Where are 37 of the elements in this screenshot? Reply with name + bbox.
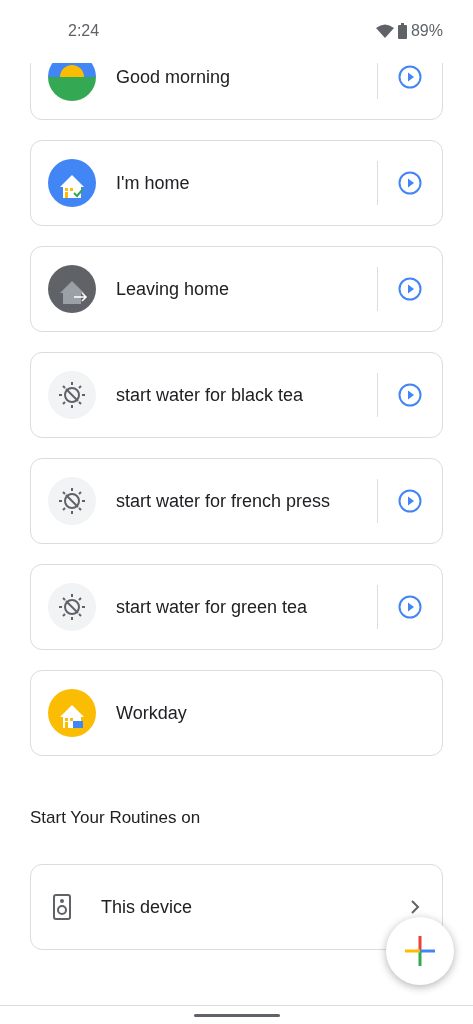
play-icon: [398, 383, 422, 407]
device-name: This device: [101, 896, 194, 918]
routine-card[interactable]: I'm home: [30, 140, 443, 226]
routine-card[interactable]: start water for green tea: [30, 564, 443, 650]
light-off-icon: [48, 477, 96, 525]
house-check-icon: [48, 159, 96, 207]
chevron-right-icon: [410, 900, 420, 914]
play-icon: [398, 489, 422, 513]
battery-icon: [397, 22, 407, 39]
routine-card[interactable]: Good morning: [30, 63, 443, 120]
routine-name: start water for french press: [116, 490, 332, 512]
routine-card[interactable]: Leaving home: [30, 246, 443, 332]
add-button[interactable]: [386, 917, 454, 985]
routine-card[interactable]: Workday: [30, 670, 443, 756]
routine-name: Workday: [116, 702, 188, 724]
light-off-icon: [48, 371, 96, 419]
battery-level: 89%: [410, 21, 443, 40]
section-heading: Start Your Routines on: [30, 808, 202, 829]
wifi-icon: [375, 23, 394, 38]
play-icon: [398, 171, 422, 195]
routine-name: Good morning: [116, 66, 232, 88]
plus-icon: [405, 936, 435, 966]
play-icon: [398, 65, 422, 89]
clock: 2:24: [68, 21, 100, 40]
play-icon: [398, 595, 422, 619]
play-icon: [398, 277, 422, 301]
routine-card[interactable]: start water for black tea: [30, 352, 443, 438]
routine-name: Leaving home: [116, 278, 231, 300]
routine-name: start water for green tea: [116, 596, 309, 618]
speaker-icon: [53, 894, 71, 920]
routine-name: start water for black tea: [116, 384, 305, 406]
routine-card[interactable]: start water for french press: [30, 458, 443, 544]
home-handle[interactable]: [193, 1014, 280, 1017]
sunrise-icon: [48, 63, 96, 101]
routine-name: I'm home: [116, 172, 191, 194]
house-briefcase-icon: [48, 689, 96, 737]
light-off-icon: [48, 583, 96, 631]
